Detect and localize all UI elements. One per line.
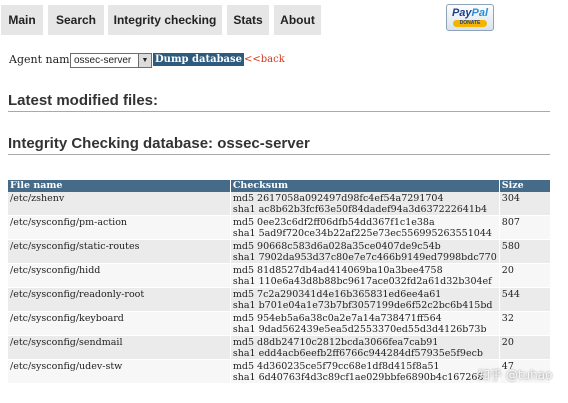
checksum-cell: md5 2617058a092497d98fc4ef54a7291704 sha1… <box>230 192 500 216</box>
column-header-size: Size <box>499 180 550 192</box>
tab-about[interactable]: About <box>274 5 321 35</box>
divider <box>8 111 550 112</box>
paypal-logo-pal: Pal <box>471 7 489 19</box>
sha1-value: sha1 ac8b62b3fcf63e50f84dadef94a3d637222… <box>232 204 488 215</box>
watermark: 知乎 @tuhao <box>478 368 553 382</box>
size-cell: 32 <box>499 311 550 336</box>
latest-modified-heading: Latest modified files: <box>8 92 159 109</box>
paypal-donate-label: DONATE <box>453 20 487 27</box>
column-header-file-name: File name <box>8 180 231 192</box>
paypal-logo-pay: Pay <box>451 7 472 19</box>
table-row: /etc/sysconfig/hidd md5 81d8527db4ad4140… <box>8 263 550 288</box>
column-header-checksum: Checksum <box>230 180 500 192</box>
top-nav: Main Search Integrity checking Stats Abo… <box>0 0 568 36</box>
checksum-cell: md5 81d8527db4ad414069ba10a3bee4758 sha1 … <box>230 263 500 288</box>
md5-value: md5 4d360235ce5f79cc68e1df8d415f8a51 <box>232 361 440 372</box>
sha1-value: sha1 9dad562439e5ea5d2553370ed55d3d4126b… <box>232 324 487 335</box>
file-name-cell: /etc/zshenv <box>8 192 231 216</box>
size-cell: 20 <box>499 335 550 360</box>
size-cell: 304 <box>499 192 550 216</box>
file-name-cell: /etc/sysconfig/sendmail <box>8 335 231 360</box>
paypal-donate-button[interactable]: PayPal DONATE <box>446 4 494 31</box>
md5-value: md5 0ee23c6df2ff06dfb54dd367f1c1e38a <box>232 217 435 228</box>
dump-database-button[interactable]: Dump database <box>153 53 245 66</box>
table-row: /etc/sysconfig/pm-action md5 0ee23c6df2f… <box>8 215 550 240</box>
tab-stats[interactable]: Stats <box>227 5 269 35</box>
tab-integrity-checking[interactable]: Integrity checking <box>108 5 222 35</box>
file-name-cell: /etc/sysconfig/readonly-root <box>8 287 231 312</box>
md5-value: md5 d8db24710c2812bcda3066fea7cab91 <box>232 337 439 348</box>
table-header-row: File name Checksum Size <box>8 180 550 192</box>
table-row: /etc/sysconfig/static-routes md5 90668c5… <box>8 239 550 264</box>
tab-main[interactable]: Main <box>1 5 43 35</box>
size-cell: 807 <box>499 215 550 240</box>
table-row: /etc/sysconfig/keyboard md5 954eb5a6a38c… <box>8 311 550 336</box>
md5-value: md5 2617058a092497d98fc4ef54a7291704 <box>232 193 444 204</box>
table-row: /etc/sysconfig/sendmail md5 d8db24710c28… <box>8 335 550 360</box>
size-cell: 20 <box>499 263 550 288</box>
sha1-value: sha1 b701e04a1e73b7bf3057199de6f52c2bc6b… <box>232 300 493 311</box>
checksum-cell: md5 954eb5a6a38c0a2e7a14a738471ff564 sha1… <box>230 311 500 336</box>
sha1-value: sha1 5ad9f720ce34b22af225e73ec5569952635… <box>232 228 492 239</box>
md5-value: md5 954eb5a6a38c0a2e7a14a738471ff564 <box>232 313 442 324</box>
checksum-cell: md5 4d360235ce5f79cc68e1df8d415f8a51 sha1… <box>230 359 500 384</box>
tab-search[interactable]: Search <box>48 5 104 35</box>
chevron-down-icon[interactable]: ▼ <box>138 54 151 67</box>
divider <box>8 154 550 155</box>
file-name-cell: /etc/sysconfig/udev-stw <box>8 359 231 384</box>
file-name-cell: /etc/sysconfig/pm-action <box>8 215 231 240</box>
checksum-cell: md5 0ee23c6df2ff06dfb54dd367f1c1e38a sha1… <box>230 215 500 240</box>
checksum-cell: md5 d8db24710c2812bcda3066fea7cab91 sha1 … <box>230 335 500 360</box>
table-row: /etc/sysconfig/udev-stw md5 4d360235ce5f… <box>8 359 550 384</box>
integrity-table: File name Checksum Size /etc/zshenv md5 … <box>8 180 550 384</box>
sha1-value: sha1 7902da953d37c80e7e7c466b9149ed7998b… <box>232 252 497 263</box>
size-cell: 544 <box>499 287 550 312</box>
paypal-logo: PayPal <box>447 7 493 19</box>
integrity-database-heading: Integrity Checking database: ossec-serve… <box>8 135 310 152</box>
table-row: /etc/sysconfig/readonly-root md5 7c2a290… <box>8 287 550 312</box>
back-link[interactable]: <<back <box>244 52 285 68</box>
md5-value: md5 90668c583d6a028a35ce0407de9c54b <box>232 241 441 252</box>
sha1-value: sha1 110e6a43d8b88bc9617ace032fd2a61d32b… <box>232 276 492 287</box>
checksum-cell: md5 90668c583d6a028a35ce0407de9c54b sha1 … <box>230 239 500 264</box>
sha1-value: sha1 6d40763f4d3c89cf1ae029bbfe6890b4c16… <box>232 372 484 383</box>
agent-name-select[interactable]: ossec-server ▼ <box>70 53 152 68</box>
table-row: /etc/zshenv md5 2617058a092497d98fc4ef54… <box>8 192 550 216</box>
agent-select-value: ossec-server <box>74 55 132 66</box>
file-name-cell: /etc/sysconfig/keyboard <box>8 311 231 336</box>
md5-value: md5 81d8527db4ad414069ba10a3bee4758 <box>232 265 443 276</box>
file-name-cell: /etc/sysconfig/hidd <box>8 263 231 288</box>
checksum-cell: md5 7c2a290341d4e16b365831ed6ee4a61 sha1 … <box>230 287 500 312</box>
size-cell: 580 <box>499 239 550 264</box>
md5-value: md5 7c2a290341d4e16b365831ed6ee4a61 <box>232 289 442 300</box>
sha1-value: sha1 edd4acb6eefb2ff6766c944284df57935e5… <box>232 348 484 359</box>
file-name-cell: /etc/sysconfig/static-routes <box>8 239 231 264</box>
